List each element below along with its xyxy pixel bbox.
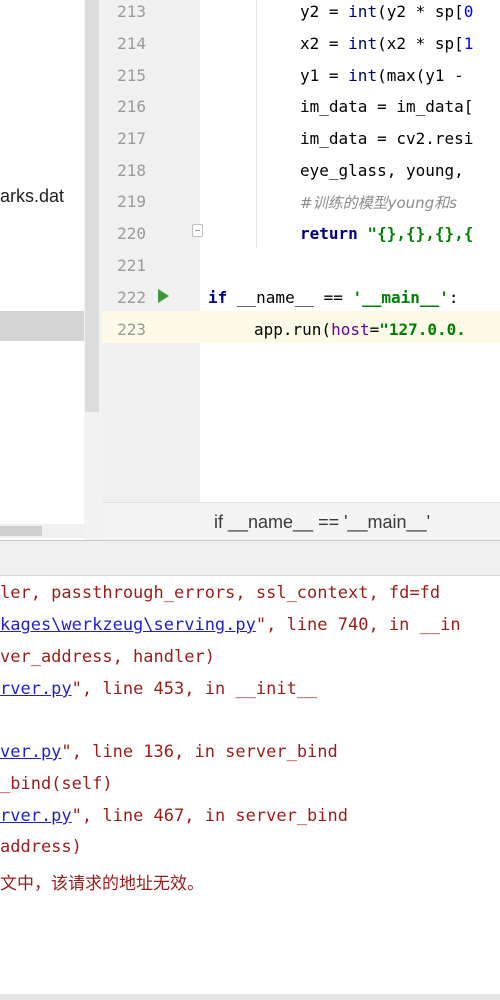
code-line-223[interactable]: app.run(host="127.0.0. bbox=[254, 320, 466, 339]
run-console-output: ler, passthrough_errors, ssl_context, fd… bbox=[0, 576, 500, 994]
line-number: 222 bbox=[117, 288, 146, 307]
code-line-216[interactable]: im_data = im_data[ bbox=[300, 97, 473, 116]
code-line-218[interactable]: eye_glass, young, bbox=[300, 161, 473, 180]
indent-guide bbox=[256, 0, 257, 248]
console-line: address) bbox=[0, 837, 82, 857]
console-line: ler, passthrough_errors, ssl_context, fd… bbox=[0, 583, 441, 603]
line-number: 223 bbox=[117, 320, 146, 339]
console-line: kages\werkzeug\serving.py", line 740, in… bbox=[0, 615, 461, 635]
project-tree-panel: arks.dat bbox=[0, 0, 84, 540]
code-line-217[interactable]: im_data = cv2.resi bbox=[300, 129, 473, 148]
line-number: 218 bbox=[117, 161, 146, 180]
console-bottom-border bbox=[0, 994, 500, 1000]
traceback-file-link[interactable]: ver.py bbox=[0, 742, 61, 762]
line-number: 217 bbox=[117, 129, 146, 148]
code-line-219-comment[interactable]: #训练的模型young和s bbox=[300, 192, 457, 213]
fold-marker-icon[interactable] bbox=[192, 224, 203, 237]
tree-horizontal-scrollbar-thumb[interactable] bbox=[0, 526, 42, 536]
console-line: rver.py", line 467, in server_bind bbox=[0, 806, 348, 826]
line-number: 221 bbox=[117, 256, 146, 275]
code-line-213[interactable]: y2 = int(y2 * sp[0 bbox=[300, 2, 473, 21]
console-error-message: 文中，该请求的地址无效。 bbox=[0, 874, 204, 894]
breadcrumb[interactable]: if __name__ == '__main__' bbox=[214, 512, 430, 533]
traceback-file-link[interactable]: rver.py bbox=[0, 806, 72, 826]
line-number: 215 bbox=[117, 66, 146, 85]
code-line-220[interactable]: return "{},{},{},{ bbox=[300, 224, 473, 243]
line-number: 214 bbox=[117, 34, 146, 53]
line-number: 213 bbox=[117, 2, 146, 21]
traceback-file-link[interactable]: kages\werkzeug\serving.py bbox=[0, 615, 256, 635]
run-icon[interactable] bbox=[158, 289, 169, 303]
console-line: ver_address, handler) bbox=[0, 647, 215, 667]
line-number: 219 bbox=[117, 192, 146, 211]
project-vertical-scrollbar-thumb[interactable] bbox=[85, 0, 99, 412]
console-line: rver.py", line 453, in __init__ bbox=[0, 679, 318, 699]
tree-file-item[interactable]: arks.dat bbox=[0, 186, 64, 207]
console-line: _bind(self) bbox=[0, 774, 113, 794]
line-number: 216 bbox=[117, 97, 146, 116]
run-console-toolbar bbox=[0, 540, 500, 576]
console-line: ver.py", line 136, in server_bind bbox=[0, 742, 338, 762]
line-number: 220 bbox=[117, 224, 146, 243]
code-line-215[interactable]: y1 = int(max(y1 - bbox=[300, 66, 473, 85]
tree-selected-row[interactable] bbox=[0, 311, 84, 341]
code-line-214[interactable]: x2 = int(x2 * sp[1 bbox=[300, 34, 473, 53]
traceback-file-link[interactable]: rver.py bbox=[0, 679, 72, 699]
code-line-222[interactable]: if __name__ == '__main__': bbox=[208, 288, 458, 307]
